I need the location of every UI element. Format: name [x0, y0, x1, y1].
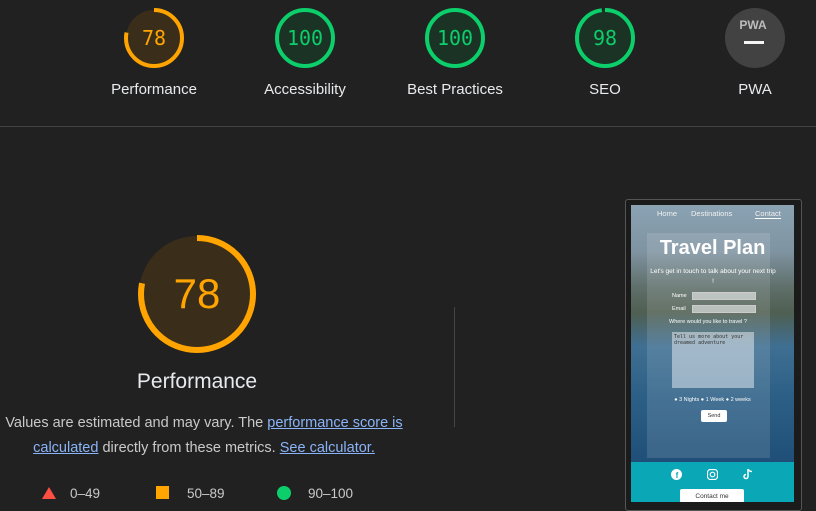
legend-fail-range: 0–49 [70, 486, 101, 501]
performance-gauge: 78 [135, 232, 259, 361]
nav-contact: Contact [755, 209, 781, 219]
legend-pass: 90–100 [277, 486, 353, 501]
legend-average-range: 50–89 [187, 486, 225, 501]
triangle-icon [42, 487, 56, 499]
email-input [692, 305, 756, 313]
gauge-performance-label: Performance [111, 81, 197, 98]
legend-fail: 0–49 [42, 486, 100, 501]
note-middle: directly from these metrics. [98, 440, 280, 456]
facebook-icon: f [671, 469, 682, 483]
see-calculator-link[interactable]: See calculator. [280, 440, 375, 456]
name-input [692, 292, 756, 300]
gauge-seo[interactable]: 98 SEO [530, 6, 680, 98]
gauge-seo-label: SEO [589, 81, 621, 98]
legend-pass-range: 90–100 [308, 486, 354, 501]
pwa-badge-text: PWA [739, 18, 767, 32]
gauge-best-practices-score: 100 [437, 26, 473, 50]
header-divider [0, 126, 816, 127]
final-screenshot[interactable]: Home Destinations Contact Travel Plan Le… [631, 205, 794, 502]
gauge-performance-score: 78 [142, 26, 166, 50]
gauge-accessibility-ring: 100 [275, 8, 335, 68]
performance-score: 78 [174, 270, 221, 317]
category-gauges: 78 Performance 100 Accessibility 100 Bes… [0, 0, 816, 126]
gauge-performance[interactable]: 78 Performance [79, 6, 229, 98]
note-prefix: Values are estimated and may vary. The [5, 415, 268, 431]
gauge-seo-ring: 98 [575, 8, 635, 68]
send-button: Send [701, 410, 727, 422]
gauge-seo-score: 98 [593, 26, 617, 50]
screenshot-title: Travel Plan [659, 237, 766, 259]
instagram-icon [706, 468, 719, 483]
screenshot-footer: f Contact me [631, 462, 794, 502]
gauge-pwa-label: PWA [738, 81, 772, 98]
performance-note: Values are estimated and may vary. The p… [0, 411, 414, 461]
nav-home: Home [657, 209, 678, 218]
gauge-accessibility[interactable]: 100 Accessibility [230, 6, 380, 98]
gauge-accessibility-score: 100 [287, 26, 323, 50]
gauge-best-practices-ring: 100 [425, 8, 485, 68]
tiktok-icon [743, 468, 753, 483]
duration-options: ● 3 Nights ● 1 Week ● 2 weeks [674, 397, 751, 403]
nav-destinations: Destinations [691, 209, 733, 218]
name-label: Name [672, 293, 687, 299]
gauge-best-practices-label: Best Practices [407, 81, 503, 98]
performance-gauge-ring: 78 [138, 235, 256, 353]
gauge-best-practices[interactable]: 100 Best Practices [380, 6, 530, 98]
circle-icon [277, 486, 291, 500]
screenshot-subtitle: Let's get in touch to talk about your ne… [650, 268, 776, 285]
legend-average: 50–89 [156, 486, 225, 501]
gauge-accessibility-label: Accessibility [264, 81, 346, 98]
gauge-pwa[interactable]: PWA PWA [680, 6, 816, 98]
contact-me-button: Contact me [680, 489, 744, 502]
svg-text:f: f [676, 471, 679, 480]
section-divider [454, 307, 455, 427]
square-icon [156, 486, 169, 499]
travel-question: Where would you like to travel ? [669, 319, 747, 325]
pwa-badge-icon: PWA [725, 8, 785, 68]
email-label: Email [672, 306, 686, 312]
message-placeholder: Tell us more about your dreamed adventur… [674, 334, 744, 346]
gauge-performance-ring: 78 [124, 8, 184, 68]
performance-title: Performance [136, 370, 258, 393]
